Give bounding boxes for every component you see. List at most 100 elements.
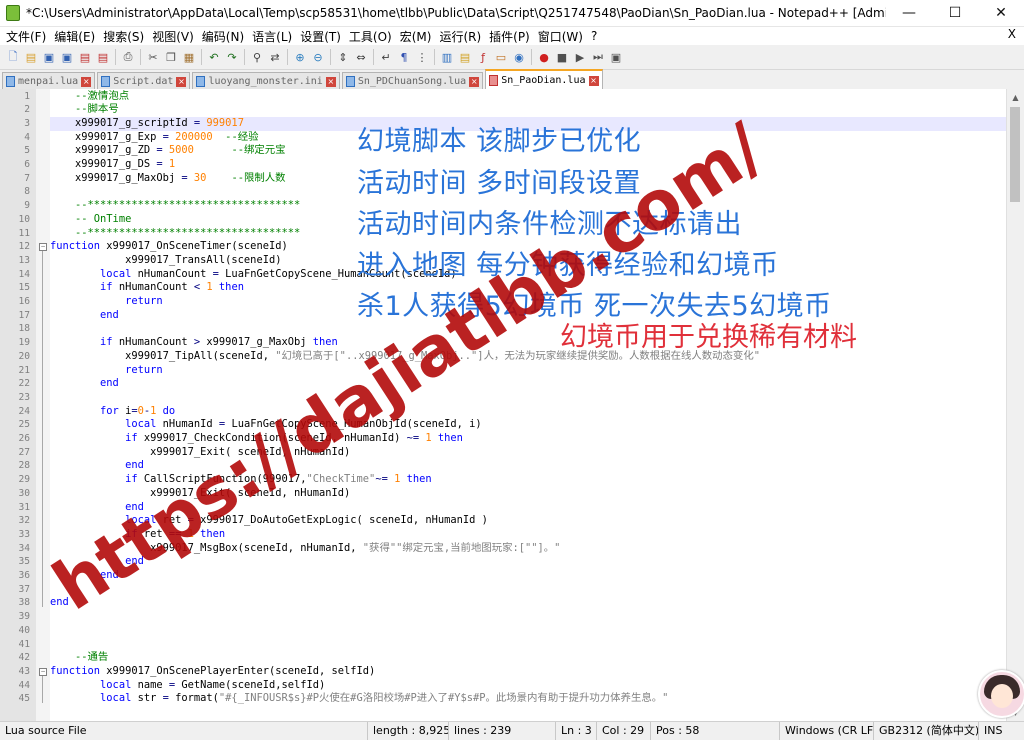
code-line[interactable]: end — [50, 377, 1006, 391]
vertical-scrollbar[interactable]: ▲ ▼ — [1006, 89, 1024, 721]
code-line[interactable]: local nHumanId = LuaFnGetCopyScene_Human… — [50, 418, 1006, 432]
tab-close-icon[interactable]: × — [588, 75, 599, 86]
code-line[interactable]: x999017_TipAll(sceneId, "幻境已高于["..x99901… — [50, 350, 1006, 364]
status-insert-mode[interactable]: INS — [979, 722, 1024, 740]
code-line[interactable]: return — [50, 364, 1006, 378]
code-line[interactable]: end — [50, 596, 1006, 610]
code-line[interactable]: local name = GetName(sceneId,selfId) — [50, 679, 1006, 693]
file-tab[interactable]: Sn_PaoDian.lua × — [485, 69, 603, 90]
indent-guide-icon[interactable]: ⋮ — [414, 49, 430, 65]
udl-icon[interactable]: ▥ — [439, 49, 455, 65]
fold-margin[interactable]: − − — [36, 89, 50, 721]
code-line[interactable] — [50, 583, 1006, 597]
scroll-up-icon[interactable]: ▲ — [1007, 89, 1024, 106]
play-macro-icon[interactable]: ▶ — [572, 49, 588, 65]
zoom-in-icon[interactable]: ⊕ — [292, 49, 308, 65]
code-line[interactable] — [50, 638, 1006, 652]
word-wrap-icon[interactable]: ↵ — [378, 49, 394, 65]
file-tab[interactable]: luoyang_monster.ini × — [192, 72, 340, 90]
status-encoding[interactable]: GB2312 (简体中文) — [874, 722, 979, 740]
tab-close-icon[interactable]: × — [176, 76, 187, 87]
fold-toggle-icon[interactable]: − — [39, 243, 47, 252]
status-eol[interactable]: Windows (CR LF) — [780, 722, 874, 740]
file-tab[interactable]: menpai.lua × — [2, 72, 96, 90]
fold-toggle-icon[interactable]: − — [39, 667, 47, 676]
tab-close-icon[interactable]: × — [81, 76, 92, 87]
save-macro-icon[interactable]: ▣ — [608, 49, 624, 65]
status-line-number: Ln : 3 — [556, 722, 597, 740]
code-line[interactable]: x999017_Exit( sceneId, nHumanId) — [50, 446, 1006, 460]
save-icon[interactable]: ▣ — [41, 49, 57, 65]
editor[interactable]: 1 2 3 4 5 6 7 8 9 10 11 12 13 14 15 16 17 18 19 20 21 22 23 24 2… — [0, 89, 1024, 721]
sync-v-icon[interactable]: ⇕ — [335, 49, 351, 65]
menu-help[interactable]: ? — [587, 29, 601, 43]
menu-macro[interactable]: 宏(M) — [396, 28, 436, 45]
close-document-button[interactable]: X — [1008, 27, 1016, 41]
menu-plugins[interactable]: 插件(P) — [485, 28, 534, 45]
code-line[interactable]: --通告 — [50, 651, 1006, 665]
code-line[interactable]: end — [50, 555, 1006, 569]
tab-label: Script.dat — [113, 76, 174, 87]
menu-search[interactable]: 搜索(S) — [99, 28, 148, 45]
avatar[interactable] — [978, 670, 1024, 718]
tab-close-icon[interactable]: × — [469, 76, 480, 87]
menu-encoding[interactable]: 编码(N) — [198, 28, 248, 45]
monitor-icon[interactable]: ◉ — [511, 49, 527, 65]
toolbar: 🗋 ▤ ▣ ▣ ▤ ▤ ⎙ ✂ ❐ ▦ ↶ ↷ ⚲ ⇄ ⊕ ⊖ ⇕ ⇔ ↵ ¶ ⋮ ▥ ▤ ƒ ▭ ◉ ● ■ ▶ ⏭ ▣ — [0, 45, 1024, 70]
code-line[interactable]: --脚本号 — [50, 103, 1006, 117]
file-tab[interactable]: Sn_PDChuanSong.lua × — [341, 72, 484, 90]
close-button[interactable]: ✕ — [978, 0, 1024, 26]
file-tab[interactable]: Script.dat × — [97, 72, 191, 90]
tab-close-icon[interactable]: × — [325, 76, 336, 87]
code-line[interactable]: if x999017_CheckCondition(sceneId, nHuma… — [50, 432, 1006, 446]
show-all-chars-icon[interactable]: ¶ — [396, 49, 412, 65]
folder-workspace-icon[interactable]: ▭ — [493, 49, 509, 65]
zoom-out-icon[interactable]: ⊖ — [310, 49, 326, 65]
copy-icon[interactable]: ❐ — [163, 49, 179, 65]
code-line[interactable]: local str = format("#{_INFOUSR$s}#P火使在#G… — [50, 692, 1006, 706]
maximize-button[interactable]: ☐ — [932, 0, 978, 26]
menu-settings[interactable]: 设置(T) — [296, 28, 345, 45]
code-line[interactable] — [50, 610, 1006, 624]
code-line[interactable]: end — [50, 569, 1006, 583]
line-number: 3 — [24, 117, 30, 129]
scrollbar-thumb[interactable] — [1010, 107, 1020, 202]
paste-icon[interactable]: ▦ — [181, 49, 197, 65]
code-line[interactable]: for i=0-1 do — [50, 405, 1006, 419]
code-line[interactable] — [50, 624, 1006, 638]
menu-file[interactable]: 文件(F) — [2, 28, 50, 45]
menu-bar: 文件(F) 编辑(E) 搜索(S) 视图(V) 编码(N) 语言(L) 设置(T… — [0, 27, 1024, 45]
record-macro-icon[interactable]: ● — [536, 49, 552, 65]
undo-icon[interactable]: ↶ — [206, 49, 222, 65]
code-line[interactable]: --激情泡点 — [50, 90, 1006, 104]
stop-macro-icon[interactable]: ■ — [554, 49, 570, 65]
print-icon[interactable]: ⎙ — [120, 49, 136, 65]
save-all-icon[interactable]: ▣ — [59, 49, 75, 65]
menu-window[interactable]: 窗口(W) — [534, 28, 587, 45]
menu-tools[interactable]: 工具(O) — [345, 28, 396, 45]
redo-icon[interactable]: ↷ — [224, 49, 240, 65]
menu-view[interactable]: 视图(V) — [148, 28, 198, 45]
menu-language[interactable]: 语言(L) — [248, 28, 296, 45]
function-list-icon[interactable]: ƒ — [475, 49, 491, 65]
close-all-icon[interactable]: ▤ — [95, 49, 111, 65]
cut-icon[interactable]: ✂ — [145, 49, 161, 65]
code-token: 1 — [200, 281, 213, 294]
code-token: if — [50, 432, 138, 444]
sync-h-icon[interactable]: ⇔ — [353, 49, 369, 65]
line-number: 15 — [18, 282, 30, 294]
menu-edit[interactable]: 编辑(E) — [50, 28, 99, 45]
new-file-icon[interactable]: 🗋 — [5, 49, 21, 65]
open-file-icon[interactable]: ▤ — [23, 49, 39, 65]
code-line[interactable]: if nHumanCount > x999017_g_MaxObj then — [50, 336, 1006, 350]
close-file-icon[interactable]: ▤ — [77, 49, 93, 65]
play-multi-icon[interactable]: ⏭ — [590, 49, 606, 65]
minimize-button[interactable]: — — [886, 0, 932, 26]
replace-icon[interactable]: ⇄ — [267, 49, 283, 65]
find-icon[interactable]: ⚲ — [249, 49, 265, 65]
promo-line-2: 活动时间 多时间段设置 — [357, 168, 642, 199]
code-line[interactable] — [50, 391, 1006, 405]
code-line[interactable]: function x999017_OnScenePlayerEnter(scen… — [50, 665, 1006, 679]
menu-run[interactable]: 运行(R) — [435, 28, 485, 45]
doc-map-icon[interactable]: ▤ — [457, 49, 473, 65]
